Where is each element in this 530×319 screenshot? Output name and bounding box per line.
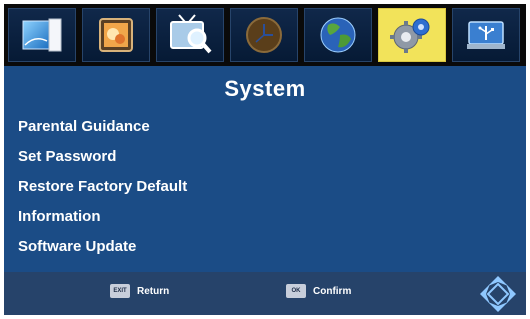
- return-hint[interactable]: EXIT Return: [110, 284, 169, 298]
- settings-screen: System Parental Guidance Set Password Re…: [4, 4, 526, 315]
- tab-picture[interactable]: [8, 8, 76, 62]
- category-tab-bar: [4, 4, 526, 66]
- tab-language[interactable]: [304, 8, 372, 62]
- picture-frame-icon: [22, 18, 62, 52]
- photo-icon: [99, 18, 133, 52]
- ok-key-icon: OK: [286, 284, 306, 298]
- exit-key-icon: EXIT: [110, 284, 130, 298]
- settings-menu: Parental Guidance Set Password Restore F…: [18, 112, 187, 262]
- tab-time[interactable]: [230, 8, 298, 62]
- menu-item-information[interactable]: Information: [18, 202, 187, 232]
- footer-hint-bar: EXIT Return OK Confirm: [4, 272, 526, 315]
- confirm-hint[interactable]: OK Confirm: [286, 284, 351, 298]
- menu-item-set-password[interactable]: Set Password: [18, 142, 187, 172]
- tab-photo[interactable]: [82, 8, 150, 62]
- confirm-label: Confirm: [313, 285, 352, 297]
- clock-icon: [246, 17, 282, 53]
- menu-item-software-update[interactable]: Software Update: [18, 232, 187, 262]
- navigation-hint: [478, 274, 518, 315]
- globe-icon: [320, 17, 356, 53]
- page-title: System: [224, 76, 306, 101]
- direction-pad-icon: [480, 276, 516, 312]
- gears-icon: [390, 18, 430, 53]
- tab-system[interactable]: [378, 8, 446, 62]
- tab-channel-search[interactable]: [156, 8, 224, 62]
- menu-item-restore-factory-default[interactable]: Restore Factory Default: [18, 172, 187, 202]
- tab-usb[interactable]: [452, 8, 520, 62]
- tv-search-icon: [170, 14, 212, 54]
- return-label: Return: [137, 285, 170, 297]
- usb-icon: [467, 21, 505, 49]
- menu-item-parental-guidance[interactable]: Parental Guidance: [18, 112, 187, 142]
